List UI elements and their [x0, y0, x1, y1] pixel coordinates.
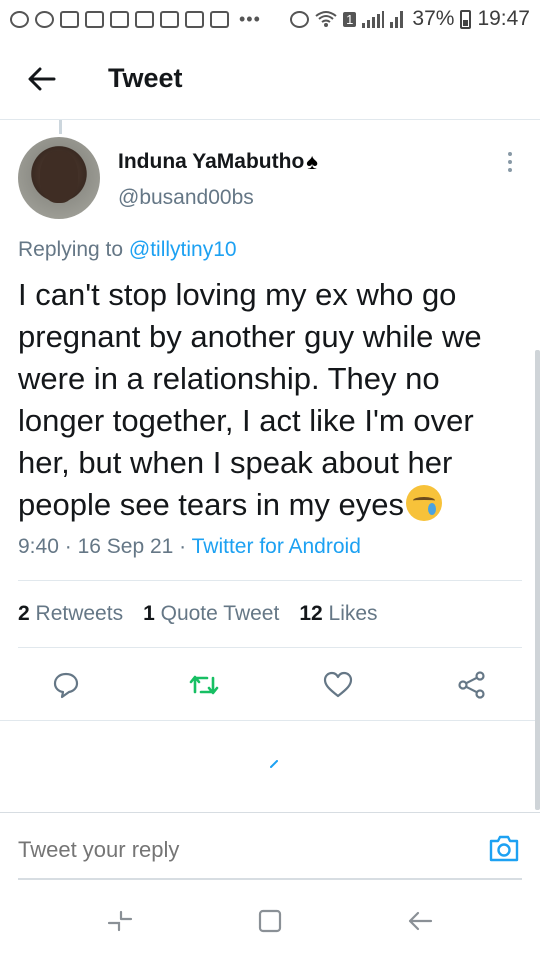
- recent-apps-button[interactable]: [100, 904, 140, 938]
- more-dot: [508, 152, 512, 156]
- likes-label: Likes: [328, 602, 378, 625]
- back-nav-icon: [408, 911, 433, 931]
- battery-icon: [460, 9, 472, 29]
- retweets-label: Retweets: [35, 602, 124, 625]
- gmail-icon: [160, 10, 179, 28]
- whatsapp-icon: [10, 10, 29, 28]
- reply-input-underline: [18, 878, 522, 880]
- quotes-count: 1: [143, 602, 155, 625]
- camera-icon: [489, 835, 519, 862]
- tweet-stats: 2 Retweets 1 Quote Tweet 12 Likes: [18, 602, 378, 626]
- wifi-icon: [315, 11, 337, 27]
- like-icon: [323, 671, 353, 698]
- gmail-icon: [110, 10, 129, 28]
- scrollbar[interactable]: [535, 350, 540, 810]
- reply-input[interactable]: [18, 837, 418, 863]
- tweet-meta: 9:40 · 16 Sep 21 · Twitter for Android: [18, 535, 361, 559]
- loading-spinner-icon: [270, 760, 278, 768]
- spade-icon: ♠: [306, 149, 318, 174]
- retweet-button[interactable]: [184, 660, 224, 710]
- divider: [18, 580, 522, 581]
- checkbox-icon: [85, 10, 104, 28]
- retweets-count: 2: [18, 602, 30, 625]
- tweet-text-content: I can't stop loving my ex who go pregnan…: [18, 277, 482, 522]
- battery-percent: 37%: [412, 7, 455, 30]
- tweet-text: I can't stop loving my ex who go pregnan…: [18, 274, 528, 526]
- author-handle[interactable]: @busand00bs: [118, 186, 254, 210]
- facebook-icon: [35, 10, 54, 28]
- meta-separator: ·: [179, 535, 187, 558]
- system-nav-bar: [0, 882, 540, 960]
- clock: 19:47: [477, 7, 530, 30]
- system-icons: 1 37% 19:47: [290, 7, 530, 31]
- divider: [18, 647, 522, 648]
- divider: [0, 720, 540, 721]
- camera-button[interactable]: [488, 832, 520, 864]
- home-button[interactable]: [250, 904, 290, 938]
- likes-stat[interactable]: 12 Likes: [299, 602, 377, 626]
- home-icon: [258, 909, 282, 933]
- author-name-text: Induna YaMabutho: [118, 150, 305, 173]
- replying-to: Replying to @tillytiny10: [18, 238, 237, 262]
- signal-icon-2: [390, 10, 406, 28]
- back-button[interactable]: [0, 38, 84, 120]
- meta-separator: ·: [64, 535, 72, 558]
- page-title: Tweet: [108, 63, 183, 93]
- more-notifications-icon: •••: [239, 8, 261, 29]
- status-bar: ••• 1 37% 19:47: [0, 0, 540, 38]
- share-icon: [458, 671, 485, 699]
- arrow-left-icon: [28, 67, 56, 90]
- avatar[interactable]: [18, 137, 100, 219]
- author-name[interactable]: Induna YaMabutho ♠: [118, 149, 318, 175]
- gmail-icon: [60, 10, 79, 28]
- quotes-stat[interactable]: 1 Quote Tweet: [143, 602, 279, 626]
- gmail-icon: [185, 10, 204, 28]
- action-bar: [0, 660, 540, 710]
- more-dot: [508, 168, 512, 172]
- reply-bar: [0, 812, 540, 880]
- tweet-date: 16 Sep 21: [77, 535, 174, 558]
- like-button[interactable]: [318, 660, 358, 710]
- notification-icons: •••: [10, 9, 261, 30]
- share-button[interactable]: [452, 660, 492, 710]
- reply-button[interactable]: [46, 660, 86, 710]
- recent-apps-icon: [107, 910, 133, 932]
- replying-to-link[interactable]: @tillytiny10: [129, 238, 237, 261]
- crying-face-icon: [406, 485, 442, 521]
- quotes-label: Quote Tweet: [160, 602, 280, 625]
- tweet-time: 9:40: [18, 535, 59, 558]
- tweet-source[interactable]: Twitter for Android: [192, 535, 361, 558]
- back-nav-button[interactable]: [400, 904, 440, 938]
- signal-icon: [362, 10, 385, 28]
- more-options-button[interactable]: [500, 150, 520, 174]
- image-icon: [210, 10, 229, 28]
- thread-line: [59, 120, 62, 134]
- sim-indicator: 1: [343, 11, 357, 27]
- more-dot: [508, 160, 512, 164]
- replying-prefix: Replying to: [18, 238, 124, 261]
- alarm-icon: [290, 10, 310, 28]
- reply-icon: [53, 672, 79, 699]
- retweet-icon: [189, 675, 219, 695]
- gmail-icon: [135, 10, 154, 28]
- retweets-stat[interactable]: 2 Retweets: [18, 602, 123, 626]
- likes-count: 12: [299, 602, 323, 625]
- header: Tweet: [0, 38, 540, 120]
